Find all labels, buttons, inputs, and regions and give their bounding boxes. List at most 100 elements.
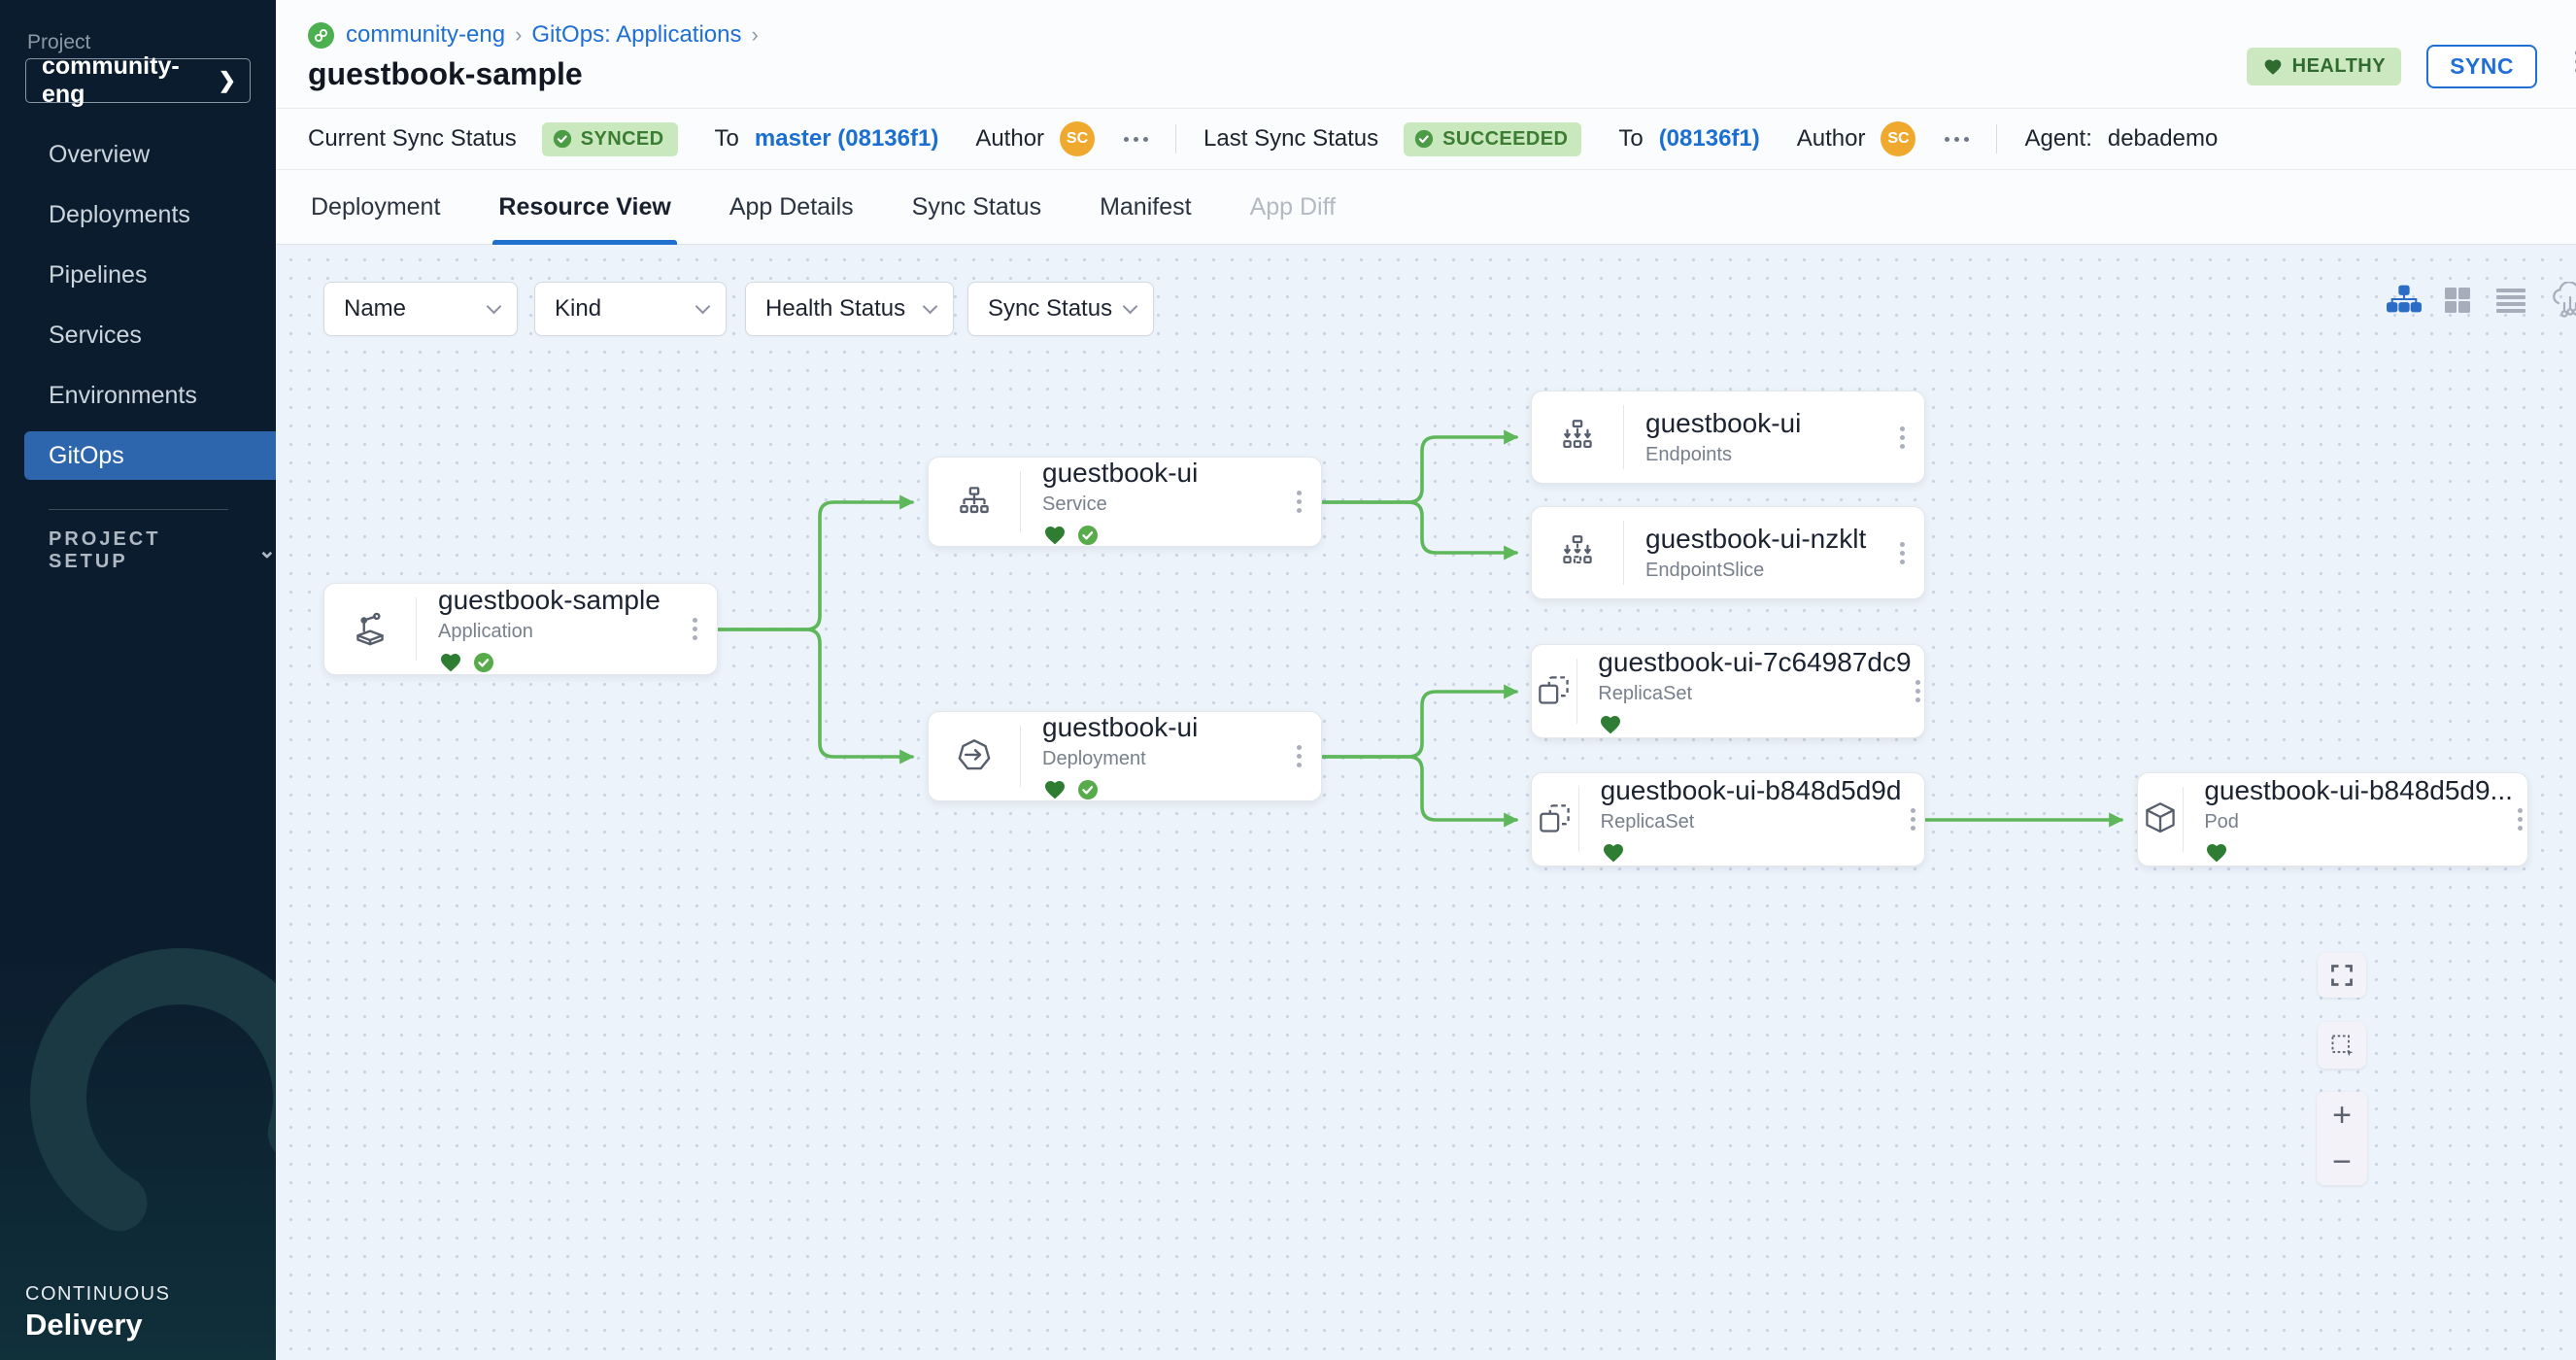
node-menu-button[interactable] [1880, 542, 1924, 564]
zoom-in-button[interactable]: + [2332, 1099, 2352, 1132]
agent-label: Agent: [2024, 125, 2091, 153]
synced-badge: SYNCED [542, 122, 678, 156]
node-kind: Application [438, 621, 672, 643]
chevron-down-icon [1123, 298, 1138, 314]
status-divider [1996, 124, 1997, 153]
author-label: Author [1797, 125, 1866, 153]
check-circle-icon [552, 128, 573, 150]
last-sync-status-label: Last Sync Status [1203, 125, 1378, 153]
current-sync-status-label: Current Sync Status [308, 125, 517, 153]
current-target-revision-link[interactable]: master (08136f1) [755, 125, 938, 153]
node-deployment[interactable]: guestbook-ui Deployment [928, 711, 1322, 801]
sidebar-item-gitops[interactable]: GitOps [24, 431, 276, 480]
project-selector-value: community-eng [42, 52, 219, 109]
tab-deployment[interactable]: Deployment [311, 170, 440, 245]
node-title: guestbook-ui [1042, 712, 1276, 743]
node-kind: Endpoints [1645, 444, 1880, 466]
filter-kind-dropdown[interactable]: Kind [534, 282, 727, 336]
breadcrumb-section-link[interactable]: GitOps: Applications [531, 21, 741, 49]
node-application[interactable]: guestbook-sample Application [323, 583, 718, 675]
node-kind: ReplicaSet [1601, 811, 1902, 833]
resource-tree-canvas[interactable]: Name Kind Health Status Sync Status [276, 245, 2576, 1360]
cloud-view-icon[interactable] [2549, 282, 2576, 325]
sidebar-nav: Overview Deployments Pipelines Services … [0, 124, 276, 486]
sidebar-item-pipelines[interactable]: Pipelines [0, 245, 276, 305]
zoom-out-button[interactable]: − [2332, 1145, 2352, 1178]
project-label: Project [27, 31, 90, 54]
tab-sync-status[interactable]: Sync Status [912, 170, 1041, 245]
tree-view-icon[interactable] [2386, 284, 2423, 320]
header-actions: HEALTHY SYNC [2247, 45, 2537, 88]
node-kind: Service [1042, 493, 1276, 516]
sidebar-item-environments[interactable]: Environments [0, 365, 276, 425]
tab-bar: Deployment Resource View App Details Syn… [276, 170, 2576, 245]
breadcrumb-project-link[interactable]: community-eng [346, 21, 505, 49]
replicaset-icon [1532, 669, 1576, 714]
succeeded-badge: SUCCEEDED [1404, 122, 1581, 156]
node-service[interactable]: guestbook-ui Service [928, 457, 1322, 547]
fullscreen-button[interactable] [2318, 953, 2366, 998]
list-view-icon[interactable] [2496, 288, 2525, 318]
synced-check-icon [1076, 778, 1100, 801]
project-selector[interactable]: community-eng ❯ [25, 58, 251, 103]
node-menu-button[interactable] [1912, 680, 1924, 702]
node-title: guestbook-ui [1645, 408, 1880, 439]
filter-sync-status-dropdown[interactable]: Sync Status [967, 282, 1154, 336]
node-kind: EndpointSlice [1645, 560, 1880, 582]
healthy-heart-icon [2204, 841, 2229, 865]
chevron-down-icon [487, 298, 502, 314]
to-label: To [715, 125, 739, 153]
author-label: Author [975, 125, 1044, 153]
project-setup-toggle[interactable]: PROJECT SETUP ⌄ [49, 528, 276, 573]
node-kind: Pod [2204, 811, 2513, 833]
status-divider [1175, 124, 1176, 153]
sync-button[interactable]: SYNC [2426, 45, 2537, 88]
synced-check-icon [472, 651, 495, 674]
tab-app-diff[interactable]: App Diff [1250, 170, 1336, 245]
endpoints-icon [1532, 415, 1623, 459]
sidebar-item-overview[interactable]: Overview [0, 124, 276, 185]
node-title: guestbook-ui-b848d5d9... [2204, 775, 2513, 806]
sidebar-divider [49, 509, 228, 510]
node-kind: Deployment [1042, 748, 1276, 770]
current-commit-more-button[interactable] [1124, 137, 1148, 142]
tab-app-details[interactable]: App Details [729, 170, 854, 245]
pod-icon [2138, 798, 2183, 842]
node-replicaset-b848d5d9d[interactable]: guestbook-ui-b848d5d9d ReplicaSet [1531, 772, 1925, 867]
application-icon [324, 607, 416, 652]
marquee-select-button[interactable] [2318, 1022, 2366, 1069]
breadcrumb-separator: › [515, 22, 522, 48]
node-menu-button[interactable] [1276, 745, 1321, 767]
node-replicaset-7c64987dc9[interactable]: guestbook-ui-7c64987dc9 ReplicaSet [1531, 644, 1925, 738]
sidebar-item-deployments[interactable]: Deployments [0, 185, 276, 245]
node-endpoints[interactable]: guestbook-ui Endpoints [1531, 391, 1925, 484]
grid-view-icon[interactable] [2442, 286, 2473, 320]
node-title: guestbook-ui-nzklt [1645, 524, 1880, 555]
last-target-revision-link[interactable]: (08136f1) [1659, 125, 1760, 153]
sidebar-item-services[interactable]: Services [0, 305, 276, 365]
node-menu-button[interactable] [1880, 426, 1924, 449]
brand-logo: CONTINUOUS Delivery [25, 1283, 170, 1343]
node-endpointslice[interactable]: guestbook-ui-nzklt EndpointSlice [1531, 506, 1925, 599]
healthy-heart-icon [1042, 778, 1068, 801]
node-menu-button[interactable] [1276, 491, 1321, 513]
node-title: guestbook-ui-b848d5d9d [1601, 775, 1902, 806]
node-menu-button[interactable] [2513, 808, 2527, 831]
zoom-control: + − [2317, 1092, 2367, 1185]
tab-manifest[interactable]: Manifest [1100, 170, 1191, 245]
health-status-badge: HEALTHY [2247, 48, 2401, 85]
node-title: guestbook-ui [1042, 458, 1276, 489]
filter-health-status-dropdown[interactable]: Health Status [745, 282, 954, 336]
main-area: community-eng › GitOps: Applications › g… [276, 0, 2576, 1360]
node-pod[interactable]: guestbook-ui-b848d5d9... Pod [2137, 772, 2528, 867]
chevron-right-icon: ❯ [219, 68, 236, 93]
fullscreen-icon [2329, 963, 2355, 988]
tab-resource-view[interactable]: Resource View [498, 170, 670, 245]
breadcrumb-separator: › [752, 22, 759, 48]
healthy-heart-icon [1042, 524, 1068, 547]
last-commit-more-button[interactable] [1945, 137, 1969, 142]
node-menu-button[interactable] [672, 618, 717, 640]
healthy-heart-icon [438, 651, 463, 674]
filter-name-dropdown[interactable]: Name [323, 282, 518, 336]
node-menu-button[interactable] [1901, 808, 1924, 831]
